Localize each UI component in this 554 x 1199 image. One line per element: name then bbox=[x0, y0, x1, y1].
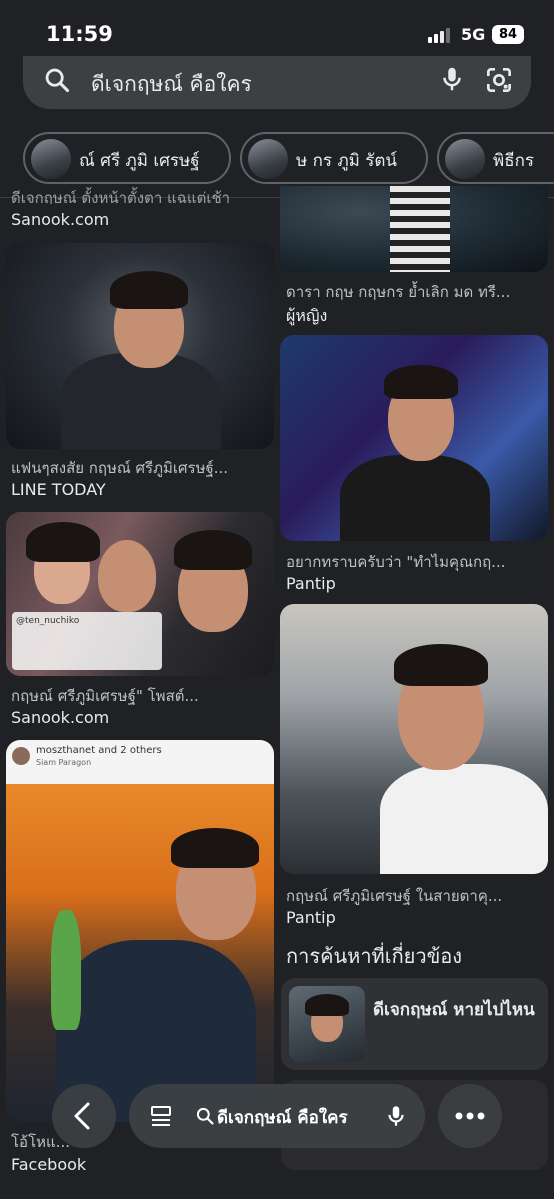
person-hair bbox=[171, 828, 259, 868]
mic-icon[interactable] bbox=[437, 64, 467, 94]
chip-label: ณ์ ศรี ภูมิ เศรษฐ์ bbox=[79, 151, 200, 171]
related-label: ดีเจกฤษณ์ หายไปไหน bbox=[373, 1000, 535, 1020]
person-hair bbox=[305, 994, 349, 1016]
person-hair bbox=[174, 530, 252, 570]
person-hair bbox=[110, 271, 188, 309]
battery-icon: 84 bbox=[492, 25, 524, 44]
person-face bbox=[98, 540, 156, 612]
person-hair bbox=[26, 522, 100, 562]
avatar bbox=[12, 747, 30, 765]
related-thumbnail bbox=[289, 986, 365, 1062]
result-image[interactable] bbox=[280, 335, 548, 541]
clock: 11:59 bbox=[46, 22, 113, 46]
result-caption[interactable]: กฤษณ์ ศรีภูมิเศรษฐ์" โพสต์... bbox=[11, 684, 273, 708]
signal-icon bbox=[428, 27, 454, 43]
chip-label: พิธีกร bbox=[493, 151, 535, 171]
result-image[interactable]: moszthanet and 2 others Siam Paragon bbox=[6, 740, 274, 1122]
result-caption[interactable]: ดีเจกฤษณ์ ตั้งหน้าตั้งตา แฉแต่เช้า bbox=[11, 186, 271, 204]
person-figure bbox=[380, 764, 548, 874]
suggestion-chips: ณ์ ศรี ภูมิ เศรษฐ์ ษ กร ภูมิ รัตน์ พิธีก… bbox=[0, 132, 554, 186]
chip-1[interactable]: ณ์ ศรี ภูมิ เศรษฐ์ bbox=[23, 132, 231, 184]
chevron-left-icon bbox=[74, 1102, 90, 1130]
result-caption[interactable]: อยากทราบครับว่า "ทำไมคุณกฤ... bbox=[286, 550, 548, 574]
person-hair bbox=[384, 365, 458, 399]
tabs-icon[interactable] bbox=[149, 1104, 175, 1128]
result-source[interactable]: LINE TODAY bbox=[11, 480, 106, 499]
avatar bbox=[248, 139, 288, 179]
related-search-card[interactable]: ดีเจกฤษณ์ หายไปไหน bbox=[281, 978, 548, 1070]
result-caption[interactable]: แฟนๆสงสัย กฤษณ์ ศรีภูมิเศรษฐ์... bbox=[11, 456, 273, 480]
result-image[interactable] bbox=[280, 186, 548, 272]
striped-shirt bbox=[390, 186, 450, 272]
avatar bbox=[31, 139, 71, 179]
pill-query[interactable]: ดีเจกฤษณ์ คือใคร bbox=[217, 1104, 348, 1131]
chip-label: ษ กร ภูมิ รัตน์ bbox=[296, 151, 398, 171]
result-image[interactable] bbox=[6, 243, 274, 449]
result-source[interactable]: Pantip bbox=[286, 574, 336, 593]
comment-handle: @ten_nuchiko bbox=[16, 616, 80, 626]
search-icon bbox=[196, 1107, 214, 1125]
result-source[interactable]: ผู้หญิง bbox=[286, 304, 327, 329]
result-source[interactable]: Pantip bbox=[286, 908, 336, 927]
result-image[interactable] bbox=[280, 604, 548, 874]
chip-3[interactable]: พิธีกร bbox=[437, 132, 554, 184]
result-source[interactable]: Sanook.com bbox=[11, 708, 109, 727]
result-caption[interactable]: กฤษณ์ ศรีภูมิเศรษฐ์ ในสายตาคุ... bbox=[286, 884, 548, 908]
person-hair bbox=[394, 644, 488, 686]
result-caption[interactable]: ดารา กฤษ กฤษกร ย้ำเลิก มด ทรี... bbox=[286, 280, 548, 304]
comment-overlay: @ten_nuchiko bbox=[12, 612, 162, 670]
lens-icon[interactable] bbox=[483, 64, 515, 96]
search-icon[interactable] bbox=[43, 66, 71, 94]
result-source[interactable]: Sanook.com bbox=[11, 210, 109, 229]
post-location: Siam Paragon bbox=[36, 758, 92, 767]
result-source[interactable]: Facebook bbox=[11, 1155, 86, 1174]
search-bar[interactable]: ดีเจกฤษณ์ คือใคร bbox=[23, 56, 531, 109]
person-figure bbox=[340, 455, 490, 541]
back-button[interactable] bbox=[52, 1084, 116, 1148]
more-button[interactable] bbox=[438, 1084, 502, 1148]
search-input[interactable]: ดีเจกฤษณ์ คือใคร bbox=[91, 68, 252, 101]
network-label: 5G bbox=[461, 25, 486, 44]
chip-2[interactable]: ษ กร ภูมิ รัตน์ bbox=[240, 132, 428, 184]
search-pill[interactable]: ดีเจกฤษณ์ คือใคร bbox=[129, 1084, 425, 1148]
result-image[interactable]: @ten_nuchiko bbox=[6, 512, 274, 676]
avatar bbox=[445, 139, 485, 179]
related-searches-title: การค้นหาที่เกี่ยวข้อง bbox=[286, 944, 463, 968]
post-user: moszthanet and 2 others bbox=[36, 745, 162, 756]
food-item bbox=[51, 910, 81, 1030]
mic-icon[interactable] bbox=[383, 1102, 409, 1130]
more-icon bbox=[455, 1112, 485, 1120]
